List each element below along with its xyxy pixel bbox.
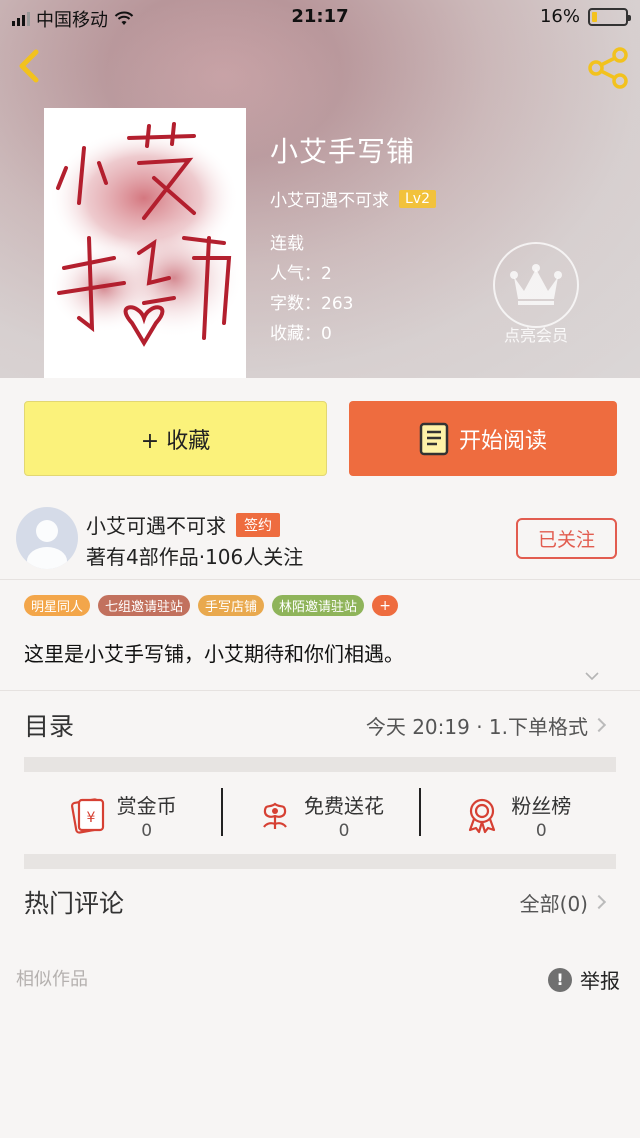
vip-badge[interactable]: 点亮会员 xyxy=(492,242,580,346)
chevron-right-icon xyxy=(591,894,607,910)
cover-art xyxy=(49,122,244,347)
all-comments-link[interactable]: 全部(0) xyxy=(519,888,607,917)
stat-label: 粉丝榜 xyxy=(511,793,572,818)
book-description: 这里是小艾手写铺，小艾期待和你们相遇。 xyxy=(24,642,404,666)
stat-value: 0 xyxy=(535,820,547,841)
similar-works-heading: 相似作品 xyxy=(16,969,88,990)
medal-icon xyxy=(469,798,496,834)
support-stats: ¥ 赏金币 0 免费送花 0 粉丝榜 0 xyxy=(24,780,616,850)
author-level-badge: Lv2 xyxy=(399,189,436,208)
book-cover[interactable] xyxy=(44,108,246,378)
serial-status: 连载 xyxy=(270,234,304,254)
start-reading-label: 开始阅读 xyxy=(458,428,547,454)
hot-comments-title: 热门评论 xyxy=(24,889,125,918)
battery-icon xyxy=(588,7,631,26)
add-favorite-label: + 收藏 xyxy=(140,428,211,454)
start-reading-button[interactable]: 开始阅读 xyxy=(349,401,617,476)
back-icon[interactable] xyxy=(12,46,48,86)
stat-value: 0 xyxy=(141,820,153,841)
follow-button[interactable]: 已关注 xyxy=(516,518,617,559)
add-favorite-button[interactable]: + 收藏 xyxy=(24,401,327,476)
tag-item[interactable]: 手写店铺 xyxy=(198,595,265,616)
stat-label: 免费送花 xyxy=(303,793,384,818)
share-icon[interactable] xyxy=(586,46,630,90)
status-bar: 中国移动 21:17 16% xyxy=(0,0,640,34)
alert-icon: ! xyxy=(548,967,572,992)
toc-title: 目录 xyxy=(24,712,75,741)
tag-item[interactable]: 明星同人 xyxy=(24,595,91,616)
send-flower-button[interactable]: 免费送花 0 xyxy=(221,780,418,850)
more-tags-button[interactable]: + xyxy=(372,595,399,616)
vip-label: 点亮会员 xyxy=(503,326,568,345)
latest-chapter: 今天 20:19 · 1.下单格式 xyxy=(365,714,588,739)
default-avatar-icon xyxy=(27,520,67,569)
report-button[interactable]: ! 举报 xyxy=(548,965,620,994)
book-header: 中国移动 21:17 16% 小艾手写铺 小艾可遇不可求 Lv2 连载 人气：2… xyxy=(0,0,640,378)
favorites-count: 收藏：0 xyxy=(270,324,332,344)
red-envelope-icon: ¥ xyxy=(70,798,104,834)
stat-label: 赏金币 xyxy=(116,793,177,818)
tag-item[interactable]: 七组邀请驻站 xyxy=(98,595,191,616)
all-comments-label: 全部(0) xyxy=(519,891,588,916)
chevron-right-icon xyxy=(591,717,607,733)
author-name[interactable]: 小艾可遇不可求 xyxy=(86,510,226,539)
book-title: 小艾手写铺 xyxy=(270,135,416,168)
popularity-count: 人气：2 xyxy=(270,264,332,284)
tag-list: 明星同人 七组邀请驻站 手写店铺 林陌邀请驻站 + xyxy=(24,595,399,616)
hot-comments-header: 热门评论 全部(0) xyxy=(24,884,607,920)
expand-description-icon[interactable] xyxy=(584,668,600,684)
signed-badge: 签约 xyxy=(236,512,280,537)
section-separator xyxy=(24,757,616,772)
book-author[interactable]: 小艾可遇不可求 xyxy=(270,186,389,211)
report-label: 举报 xyxy=(580,969,620,993)
author-stats: 著有4部作品·106人关注 xyxy=(86,545,304,569)
divider xyxy=(0,579,640,580)
crown-icon xyxy=(510,264,562,305)
svg-text:¥: ¥ xyxy=(86,810,95,826)
table-of-contents-row[interactable]: 目录 今天 20:19 · 1.下单格式 xyxy=(24,706,607,744)
reward-coins-button[interactable]: ¥ 赏金币 0 xyxy=(24,780,221,850)
flower-icon xyxy=(263,802,287,829)
section-separator xyxy=(24,854,616,869)
word-count: 字数：263 xyxy=(270,294,354,314)
fan-ranking-button[interactable]: 粉丝榜 0 xyxy=(418,780,616,850)
author-avatar[interactable] xyxy=(16,507,78,569)
book-icon xyxy=(419,422,449,455)
battery-percent: 16% xyxy=(539,6,580,27)
divider xyxy=(0,690,640,691)
tag-item[interactable]: 林陌邀请驻站 xyxy=(272,595,365,616)
stat-value: 0 xyxy=(338,820,350,841)
